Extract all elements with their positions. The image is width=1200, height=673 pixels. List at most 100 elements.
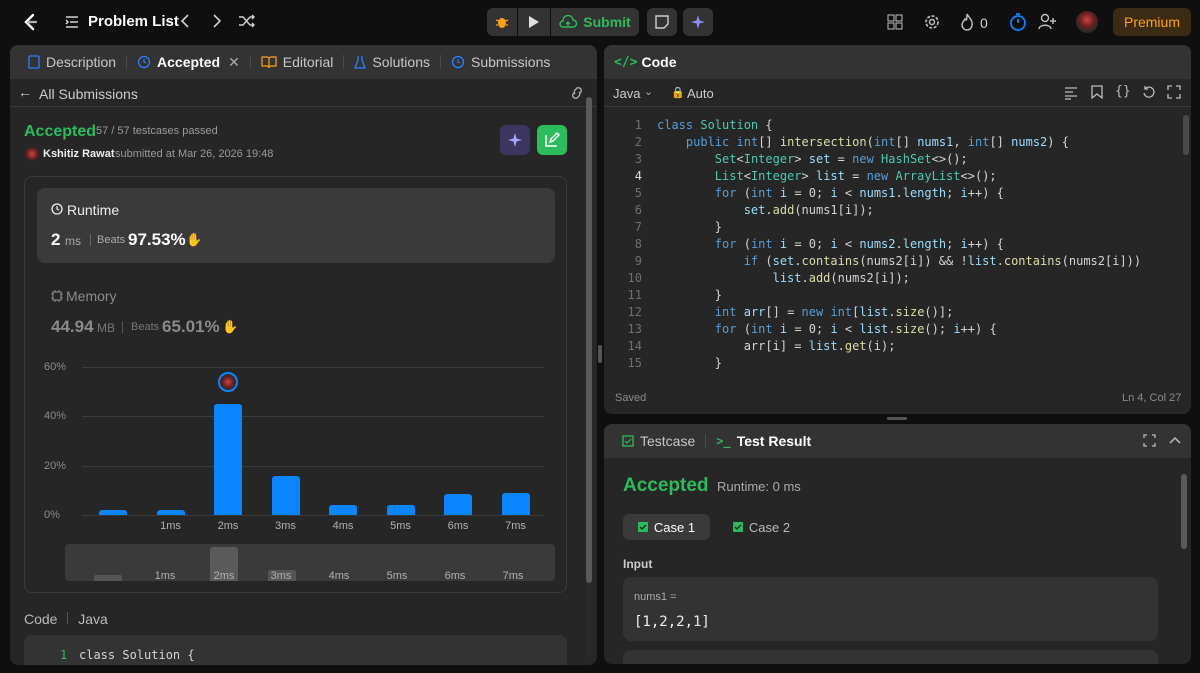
vertical-resize-handle[interactable] (598, 345, 602, 363)
run-button[interactable] (518, 8, 550, 36)
code-line: for (int i = 0; i < nums2.length; i++) { (714, 237, 1004, 251)
code-line: } (657, 220, 723, 234)
memory-beats-value: 65.01% (162, 317, 220, 336)
code-line: list.add(nums2[i]); (772, 271, 910, 285)
chevron-down-icon[interactable]: ⌄ (644, 85, 653, 98)
divider (90, 234, 91, 246)
runtime-value: 2 (51, 230, 61, 249)
history-icon (451, 55, 465, 69)
braces-icon[interactable]: {} (1115, 84, 1131, 99)
notes-button[interactable] (647, 8, 677, 36)
chevron-up-icon[interactable] (1168, 434, 1182, 446)
line-number: 1 (60, 648, 68, 662)
case-2-tab[interactable]: Case 2 (724, 514, 799, 540)
submit-button[interactable]: Submit (551, 8, 639, 36)
problem-list-icon[interactable] (64, 14, 80, 35)
tab-editorial-label: Editorial (282, 54, 334, 70)
chart-navigator[interactable]: 1ms 2ms 3ms 4ms 5ms 6ms 7ms (65, 544, 555, 582)
format-icon[interactable] (1064, 86, 1078, 100)
tab-accepted[interactable]: Accepted ✕ (131, 45, 246, 79)
tab-solutions[interactable]: Solutions (348, 45, 436, 79)
code-line: class Solution { (79, 648, 195, 662)
tab-testcase-label: Testcase (640, 433, 696, 449)
close-tab-icon[interactable]: ✕ (228, 54, 240, 71)
line-number: 2 (634, 135, 642, 149)
add-user-icon[interactable] (1038, 12, 1058, 35)
submission-status: Accepted (24, 123, 97, 140)
code-line: if (set.contains(nums2[i]) && !list.cont… (743, 254, 1142, 268)
reset-icon[interactable] (1142, 85, 1156, 99)
language-select[interactable]: Java (613, 86, 640, 101)
navigator-label: 3ms (270, 570, 292, 582)
ai-button[interactable] (683, 8, 713, 36)
code-title: Code (641, 54, 677, 70)
editor-scrollbar[interactable] (1183, 115, 1189, 155)
tab-submissions[interactable]: Submissions (445, 45, 556, 79)
expand-icon[interactable] (1167, 85, 1181, 99)
input-box-next (623, 650, 1158, 664)
tab-description-label: Description (46, 54, 117, 70)
navigator-label: 2ms (213, 570, 235, 582)
all-submissions-link[interactable]: All Submissions (39, 86, 138, 102)
tab-test-result[interactable]: >_ Test Result (710, 424, 817, 458)
horizontal-resize-handle[interactable] (887, 417, 907, 420)
divider (122, 321, 123, 333)
code-line: int arr[] = new int[list.size()]; (714, 305, 954, 319)
line-number: 3 (634, 152, 642, 166)
link-icon[interactable] (568, 85, 586, 101)
edit-icon (545, 132, 560, 147)
tab-description[interactable]: Description (22, 45, 122, 79)
scrollbar[interactable] (586, 97, 592, 657)
terminal-icon: >_ (716, 434, 731, 448)
result-runtime: Runtime: 0 ms (717, 479, 801, 494)
input-box: nums1 = [1,2,2,1] (623, 577, 1158, 641)
editor-toolbar: Java ⌄ 🔒 Auto {} (604, 79, 1191, 107)
divider (67, 612, 69, 624)
debug-button[interactable] (487, 8, 517, 36)
avatar[interactable] (1076, 11, 1098, 33)
input-label: Input (623, 557, 653, 571)
code-brackets-icon: </> (614, 54, 638, 70)
shuffle-icon[interactable] (238, 13, 256, 34)
case-2-label: Case 2 (748, 519, 791, 535)
checkbox-icon (622, 435, 634, 447)
streak-flame-icon[interactable] (960, 13, 974, 36)
submitter-name[interactable]: Kshitiz Rawat (43, 148, 115, 160)
next-problem-icon[interactable] (210, 13, 224, 34)
analyze-ai-button[interactable] (500, 125, 530, 155)
history-icon (137, 55, 151, 69)
settings-gear-icon[interactable] (923, 13, 941, 36)
runtime-label: Runtime (67, 202, 120, 218)
arrow-left-icon[interactable]: ← (18, 84, 32, 100)
divider (439, 55, 441, 69)
code-line: for (int i = 0; i < nums1.length; i++) { (714, 186, 1004, 200)
auto-mode[interactable]: Auto (687, 86, 714, 101)
prev-problem-icon[interactable] (178, 13, 192, 34)
result-scrollbar[interactable] (1181, 474, 1187, 549)
code-editor[interactable]: 1 2 3 4 5 6 7 8 9 10 11 12 13 14 15 clas… (0, 0, 1142, 370)
runtime-card[interactable]: Runtime 2 ms Beats 97.53% ✋ (37, 188, 555, 263)
check-icon (732, 522, 743, 532)
cloud-upload-icon (559, 15, 578, 28)
back-row: ← All Submissions (10, 79, 597, 107)
left-tabbar: Description Accepted ✕ Editorial Solutio… (10, 45, 597, 79)
line-number: 12 (627, 305, 642, 319)
tab-testcase[interactable]: Testcase (616, 424, 701, 458)
maximize-icon[interactable] (1143, 434, 1156, 447)
bookmark-icon[interactable] (1091, 85, 1103, 99)
case-1-tab[interactable]: Case 1 (623, 514, 710, 540)
scrollbar-thumb[interactable] (586, 97, 592, 583)
layout-icon[interactable] (887, 14, 903, 35)
memory-beats-label: Beats (131, 321, 160, 333)
navigator-label: 5ms (386, 570, 408, 582)
tab-editorial[interactable]: Editorial (255, 45, 340, 79)
leetcode-logo[interactable] (20, 12, 40, 32)
problem-list-link[interactable]: Problem List (88, 13, 179, 30)
input-var-value: [1,2,2,1] (634, 614, 710, 630)
premium-button[interactable]: Premium (1113, 8, 1191, 36)
lock-icon: 🔒 (671, 87, 685, 99)
code-tabbar: </> Code (604, 45, 1191, 79)
timer-icon[interactable] (1009, 12, 1027, 37)
flask-icon (354, 56, 367, 69)
edit-solution-button[interactable] (537, 125, 567, 155)
